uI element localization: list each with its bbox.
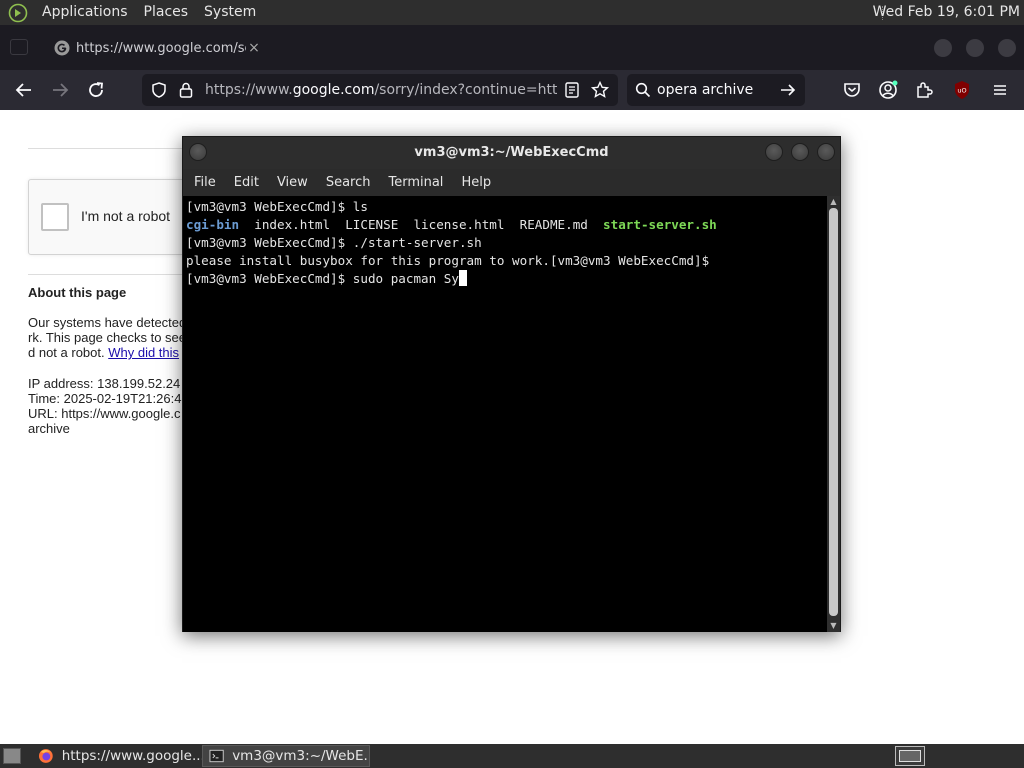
- terminal-window[interactable]: vm3@vm3:~/WebExecCmd File Edit View Sear…: [182, 136, 841, 632]
- menu-search[interactable]: Search: [317, 169, 380, 196]
- url-text[interactable]: https://www.google.com/sorry/index?conti…: [205, 74, 557, 106]
- browser-tab-strip: https://www.google.com/se ×: [0, 25, 1024, 70]
- bottom-taskbar: https://www.google... vm3@vm3:~/WebE...: [0, 744, 1024, 768]
- clock[interactable]: Wed Feb 19, 6:01 PM: [873, 0, 1020, 25]
- maximize-window-button[interactable]: [966, 39, 984, 57]
- menu-view[interactable]: View: [268, 169, 317, 196]
- request-metadata: IP address: 138.199.52.24 Time: 2025-02-…: [28, 376, 208, 436]
- firefox-view-icon[interactable]: [10, 39, 28, 55]
- search-icon: [635, 82, 651, 98]
- terminal-line: please install busybox for this program …: [186, 253, 710, 268]
- applications-menu[interactable]: Applications: [34, 0, 136, 25]
- current-command: [vm3@vm3 WebExecCmd]$ sudo pacman Sy: [186, 271, 459, 286]
- terminal-line: cgi-bin index.html LICENSE license.html …: [186, 216, 827, 234]
- terminal-menubar: File Edit View Search Terminal Help: [183, 169, 840, 196]
- url-bar[interactable]: https://www.google.com/sorry/index?conti…: [142, 74, 618, 106]
- search-input[interactable]: opera archive: [657, 74, 753, 106]
- tab-close-icon[interactable]: ×: [246, 40, 262, 56]
- workspace-switcher[interactable]: [895, 746, 925, 766]
- forward-arrow-icon[interactable]: [48, 78, 72, 102]
- tab-title: https://www.google.com/se: [76, 40, 246, 56]
- pocket-icon[interactable]: [840, 78, 864, 102]
- about-text: Our systems have detected rk. This page …: [28, 315, 208, 360]
- about-line-text: d not a robot.: [28, 345, 109, 360]
- about-line: rk. This page checks to see: [28, 330, 187, 345]
- taskbar-terminal-title: vm3@vm3:~/WebE...: [232, 748, 369, 764]
- terminal-close-button[interactable]: [817, 143, 835, 161]
- shield-icon[interactable]: [150, 81, 168, 99]
- terminal-minimize-button[interactable]: [765, 143, 783, 161]
- time: Time: 2025-02-19T21:26:4: [28, 391, 182, 406]
- ls-executable: start-server.sh: [603, 217, 717, 232]
- reader-view-icon[interactable]: [564, 81, 580, 99]
- bookmark-star-icon[interactable]: [590, 80, 610, 100]
- svg-text:uO: uO: [957, 87, 966, 95]
- terminal-line: [vm3@vm3 WebExecCmd]$ sudo pacman Sy: [186, 270, 827, 288]
- browser-tab[interactable]: https://www.google.com/se ×: [44, 31, 268, 65]
- lock-icon[interactable]: [178, 81, 194, 99]
- account-icon[interactable]: [876, 78, 900, 102]
- url-prefix: https://www.: [205, 82, 293, 98]
- taskbar-terminal[interactable]: vm3@vm3:~/WebE...: [202, 745, 370, 767]
- hamburger-menu-icon[interactable]: [988, 78, 1012, 102]
- terminal-maximize-button[interactable]: [791, 143, 809, 161]
- terminal-title: vm3@vm3:~/WebExecCmd: [414, 145, 609, 160]
- menu-edit[interactable]: Edit: [225, 169, 268, 196]
- why-link[interactable]: Why did this: [108, 345, 179, 360]
- ls-files: index.html LICENSE license.html README.m…: [239, 217, 604, 232]
- terminal-titlebar[interactable]: vm3@vm3:~/WebExecCmd: [183, 137, 840, 169]
- terminal-cursor: [458, 270, 467, 286]
- navigation-bar: https://www.google.com/sorry/index?conti…: [0, 70, 1024, 110]
- terminal-line: [vm3@vm3 WebExecCmd]$ ./start-server.sh: [186, 235, 482, 250]
- recaptcha-label: I'm not a robot: [81, 208, 171, 224]
- search-bar[interactable]: opera archive: [627, 74, 805, 106]
- firefox-icon: [38, 749, 53, 763]
- terminal-icon: [209, 749, 224, 763]
- ublock-origin-icon[interactable]: uO: [950, 78, 974, 102]
- scroll-up-arrow-icon[interactable]: ▲: [827, 196, 840, 208]
- distro-logo-icon[interactable]: [8, 3, 28, 23]
- show-desktop-icon[interactable]: [3, 748, 21, 764]
- reload-icon[interactable]: [84, 78, 108, 102]
- menu-terminal[interactable]: Terminal: [379, 169, 452, 196]
- url-line: URL: https://www.google.c: [28, 406, 181, 421]
- close-window-button[interactable]: [998, 39, 1016, 57]
- url-line-continued: archive: [28, 421, 70, 436]
- terminal-line: [vm3@vm3 WebExecCmd]$ ls: [186, 199, 368, 214]
- about-line: d not a robot. Why did this: [28, 345, 208, 360]
- minimize-window-button[interactable]: [934, 39, 952, 57]
- ls-directory: cgi-bin: [186, 217, 240, 232]
- system-menu[interactable]: System: [196, 0, 264, 25]
- recaptcha-checkbox[interactable]: [41, 203, 69, 231]
- top-panel: Applications Places System Wed Feb 19, 6…: [0, 0, 1024, 25]
- workspace-window-preview: [899, 750, 921, 762]
- divider: [28, 148, 208, 149]
- scroll-down-arrow-icon[interactable]: ▼: [827, 620, 840, 632]
- terminal-scrollbar[interactable]: ▲ ▼: [827, 196, 840, 632]
- places-menu[interactable]: Places: [136, 0, 197, 25]
- scrollbar-thumb[interactable]: [829, 208, 838, 616]
- divider: [28, 274, 208, 275]
- menu-help[interactable]: Help: [452, 169, 500, 196]
- url-suffix: /sorry/index?continue=https://v: [374, 82, 557, 98]
- menu-file[interactable]: File: [185, 169, 225, 196]
- ip-address: IP address: 138.199.52.24: [28, 376, 181, 391]
- taskbar-firefox-title: https://www.google...: [61, 748, 202, 764]
- google-favicon-icon: [54, 40, 70, 56]
- search-go-arrow-icon[interactable]: [779, 81, 797, 99]
- url-domain: google.com: [292, 82, 375, 98]
- about-title: About this page: [28, 285, 127, 300]
- taskbar-firefox[interactable]: https://www.google...: [32, 745, 202, 767]
- extensions-icon[interactable]: [912, 78, 936, 102]
- terminal-output[interactable]: [vm3@vm3 WebExecCmd]$ ls cgi-bin index.h…: [183, 196, 827, 632]
- back-arrow-icon[interactable]: [12, 78, 36, 102]
- about-line: Our systems have detected: [28, 315, 187, 330]
